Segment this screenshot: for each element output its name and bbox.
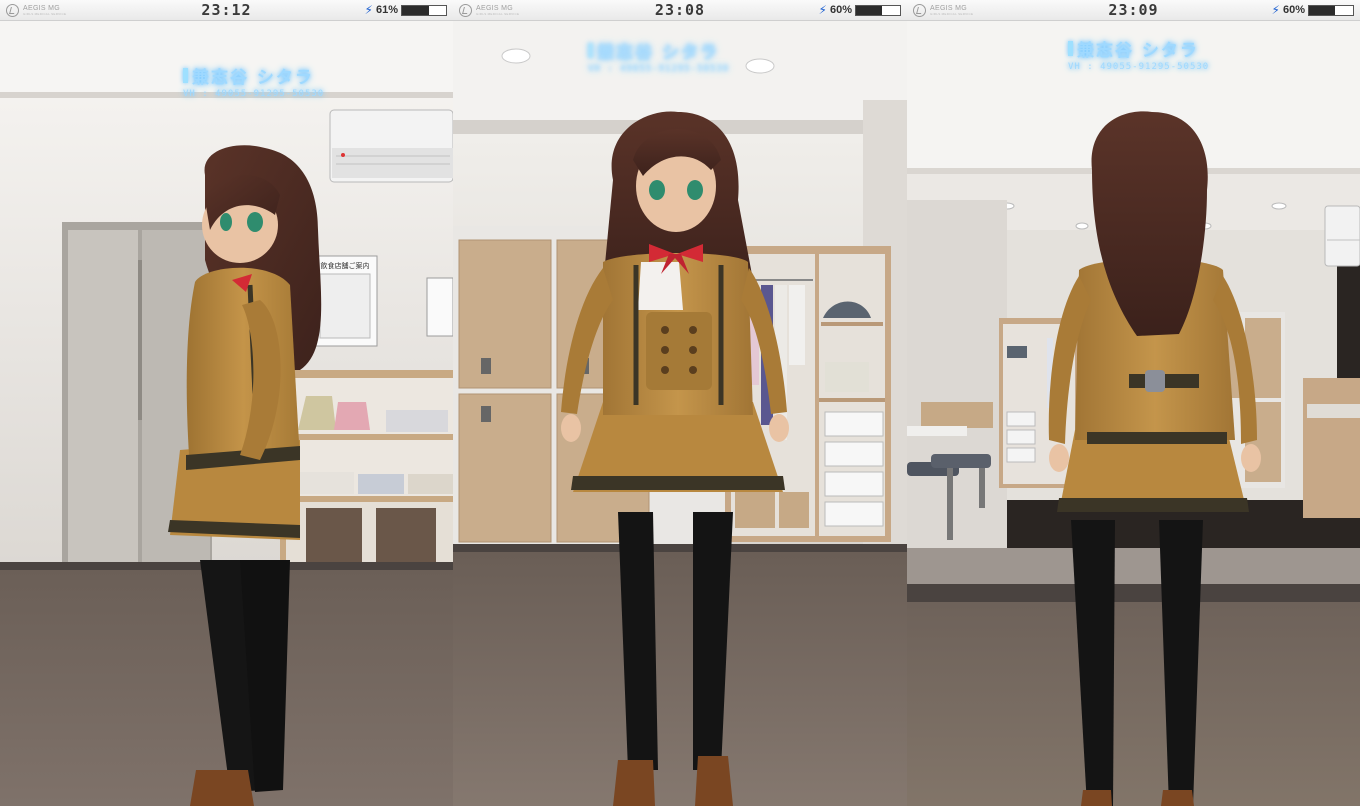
character-nameplate: 兼志谷 シタラ VH : 49055-91295-50530	[183, 63, 324, 99]
battery-fill	[402, 5, 429, 15]
eye-right	[247, 212, 263, 232]
character-name: 兼志谷 シタラ	[588, 38, 729, 63]
battery-percent: 60%	[829, 4, 852, 16]
ceiling-light	[501, 48, 531, 64]
status-bar: AEGIS MG GIRLS MEDICAL SERVICE 23:09 ⚡ 60…	[907, 0, 1360, 21]
character-nameplate: 兼志谷 シタラ VH : 49055-91295-50530	[1068, 36, 1209, 72]
ceiling-light	[1075, 222, 1089, 230]
character-vh-id: VH : 49055-91295-50530	[183, 89, 325, 99]
side-view-scene: 飲食店舗ご案内	[0, 20, 453, 806]
ceiling-light	[745, 58, 775, 74]
shoe-left	[1081, 790, 1112, 806]
shoe	[190, 770, 254, 806]
charging-bolt-icon: ⚡	[818, 3, 827, 17]
hand-right	[769, 414, 789, 442]
carpet-floor	[907, 602, 1360, 806]
shoe-right	[695, 756, 733, 806]
poster	[426, 277, 453, 337]
shoe-left	[613, 760, 655, 806]
belt-buckle	[1145, 370, 1165, 392]
battery-indicator: ⚡ 61%	[365, 3, 447, 17]
hand-left	[1049, 444, 1069, 472]
battery-bar	[1308, 4, 1354, 16]
battery-percent: 60%	[1282, 4, 1305, 16]
eye-left	[220, 213, 232, 231]
shoe-right	[1161, 790, 1194, 806]
carpet-floor	[453, 552, 907, 806]
hand-left	[561, 414, 581, 442]
air-conditioner	[329, 109, 453, 183]
battery-fill	[856, 5, 883, 15]
status-bar: AEGIS MG GIRLS MEDICAL SERVICE 23:12 ⚡ 61…	[0, 0, 453, 21]
blazer	[186, 267, 300, 470]
character-name: 兼志谷 シタラ	[1068, 36, 1209, 61]
left-wall	[907, 200, 1007, 556]
notice-board: 飲食店舗ご案内	[312, 255, 378, 347]
battery-indicator: ⚡ 60%	[1272, 3, 1354, 17]
back-view-scene	[907, 20, 1360, 806]
storage-shelf	[280, 370, 453, 580]
battery-bar	[401, 4, 447, 16]
panel-side-view: AEGIS MG GIRLS MEDICAL SERVICE 23:12 ⚡ 61…	[0, 0, 453, 806]
panel-front-view: AEGIS MG GIRLS MEDICAL SERVICE 23:08 ⚡ 60…	[453, 0, 907, 806]
notice-title: 飲食店舗ご案内	[321, 261, 370, 270]
vest	[646, 312, 712, 390]
character-vh-id: VH : 49055-91295-50530	[588, 64, 730, 74]
front-view-scene	[453, 20, 907, 806]
character-vh-id: VH : 49055-91295-50530	[1068, 62, 1210, 72]
eye-left	[649, 180, 665, 200]
hand-right	[1241, 444, 1261, 472]
character-name: 兼志谷 シタラ	[183, 63, 324, 88]
air-conditioner	[1324, 205, 1360, 267]
battery-percent: 61%	[375, 4, 398, 16]
panel-back-view: AEGIS MG GIRLS MEDICAL SERVICE 23:09 ⚡ 60…	[907, 0, 1360, 806]
shirt	[638, 262, 683, 310]
battery-indicator: ⚡ 60%	[819, 3, 901, 17]
charging-bolt-icon: ⚡	[364, 3, 373, 17]
ceiling-light	[1271, 202, 1287, 210]
charging-bolt-icon: ⚡	[1271, 3, 1280, 17]
status-bar: AEGIS MG GIRLS MEDICAL SERVICE 23:08 ⚡ 60…	[453, 0, 907, 21]
battery-fill	[1309, 5, 1336, 15]
eye-right	[687, 180, 703, 200]
character-nameplate: 兼志谷 シタラ VH : 49055-91295-50530	[588, 38, 729, 74]
battery-bar	[855, 4, 901, 16]
